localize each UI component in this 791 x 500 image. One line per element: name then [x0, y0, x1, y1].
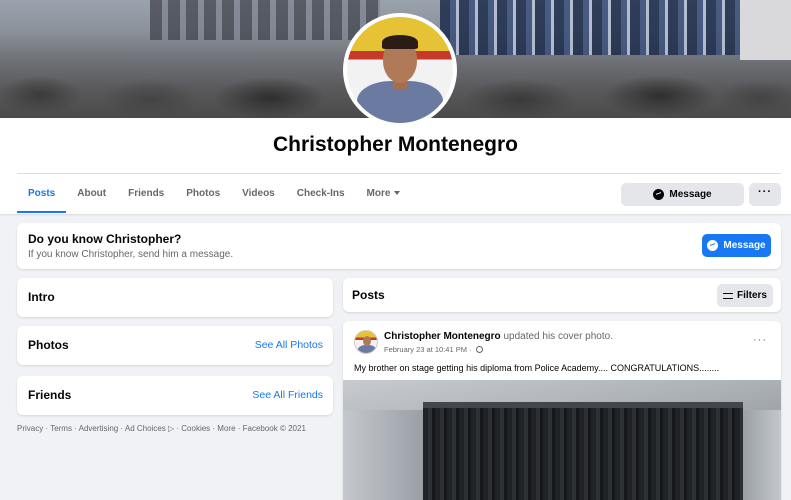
more-options-button[interactable]: ···: [749, 183, 781, 206]
see-all-friends-link[interactable]: See All Friends: [252, 389, 323, 401]
post-meta: February 23 at 10:41 PM ·: [384, 345, 483, 354]
photo-stage-curtain: [423, 402, 743, 500]
see-all-photos-link[interactable]: See All Photos: [255, 339, 323, 351]
cover-stage-left: [150, 0, 380, 40]
footer-links[interactable]: Privacy · Terms · Advertising · Ad Choic…: [17, 424, 306, 433]
friends-title: Friends: [28, 388, 72, 402]
tab-videos[interactable]: Videos: [231, 175, 286, 213]
intro-title: Intro: [28, 290, 55, 304]
avatar-hair: [382, 35, 418, 49]
profile-tabs: Posts About Friends Photos Videos Check-…: [17, 175, 411, 213]
post-author-avatar[interactable]: [354, 330, 378, 354]
tab-friends[interactable]: Friends: [117, 175, 175, 213]
message-button-label: Message: [669, 189, 712, 200]
know-card: Do you know Christopher? If you know Chr…: [17, 223, 781, 269]
know-card-button-label: Message: [723, 240, 766, 251]
post-author-name[interactable]: Christopher Montenegro: [384, 331, 501, 342]
messenger-icon: [707, 240, 719, 251]
photos-card: Photos See All Photos: [17, 326, 333, 365]
know-card-message-button[interactable]: Message: [702, 234, 771, 257]
photo-left-wall: [343, 410, 423, 500]
filters-label: Filters: [736, 290, 767, 301]
post-more-icon[interactable]: ···: [753, 335, 767, 346]
know-card-title: Do you know Christopher?: [28, 232, 182, 246]
post-avatar-shirt: [358, 345, 376, 353]
post-action: updated his cover photo.: [503, 331, 613, 342]
posts-header-card: Posts: [343, 278, 781, 312]
tab-about[interactable]: About: [66, 175, 117, 213]
filters-button[interactable]: Filters: [717, 284, 773, 307]
avatar-image: [347, 17, 453, 123]
intro-card: Intro: [17, 278, 333, 317]
post-timestamp[interactable]: February 23 at 10:41 PM ·: [384, 345, 474, 354]
post-avatar-face: [363, 336, 371, 346]
message-button[interactable]: Message: [621, 183, 744, 206]
post-text: My brother on stage getting his diploma …: [354, 363, 720, 373]
tab-more-label: More: [366, 188, 391, 199]
know-card-subtitle: If you know Christopher, send him a mess…: [28, 249, 234, 260]
globe-icon: [475, 346, 483, 353]
photos-title: Photos: [28, 338, 69, 352]
post-author-line: Christopher Montenegro updated his cover…: [384, 331, 613, 342]
header-divider: [17, 173, 781, 174]
post-card: Christopher Montenegro updated his cover…: [343, 321, 781, 500]
posts-title: Posts: [352, 288, 385, 302]
friends-card: Friends See All Friends: [17, 376, 333, 415]
messenger-icon: [653, 189, 665, 200]
tab-photos[interactable]: Photos: [175, 175, 231, 213]
profile-name: Christopher Montenegro: [273, 133, 518, 156]
caret-down-icon: [394, 191, 401, 195]
more-dots-icon: ···: [758, 186, 772, 198]
cover-wall: [740, 0, 791, 60]
tab-posts[interactable]: Posts: [17, 175, 67, 213]
cover-stage-graduates: [440, 0, 740, 55]
profile-avatar[interactable]: [343, 13, 457, 127]
tab-check-ins[interactable]: Check-Ins: [286, 175, 356, 213]
filters-icon: [722, 291, 733, 300]
post-photo[interactable]: [343, 380, 781, 500]
tab-more[interactable]: More: [356, 175, 412, 213]
photo-right-wall: [743, 410, 781, 500]
